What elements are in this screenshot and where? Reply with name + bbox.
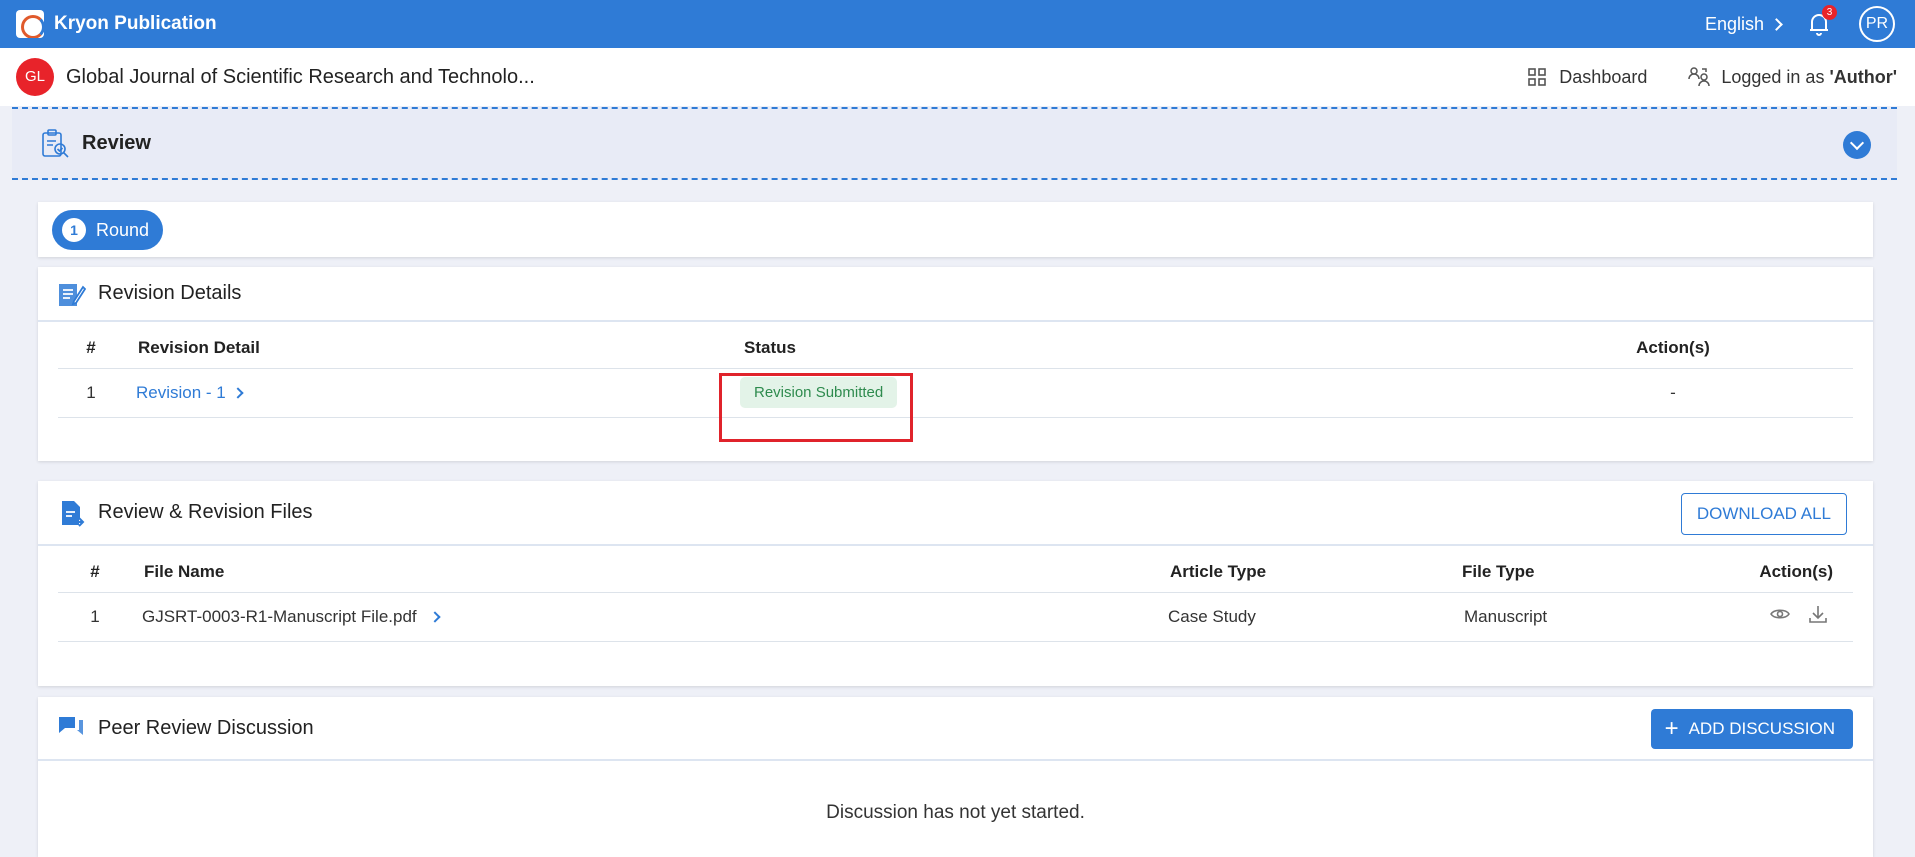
table-row: 1 Revision - 1 Revision Submitted - xyxy=(58,368,1853,418)
notifications-button[interactable]: 3 xyxy=(1807,5,1837,37)
column-header: Status xyxy=(730,324,1493,369)
column-header: # xyxy=(58,324,124,369)
add-discussion-label: ADD DISCUSSION xyxy=(1688,719,1835,738)
download-all-button[interactable]: DOWNLOAD ALL xyxy=(1680,493,1847,535)
row-index: 1 xyxy=(58,368,124,418)
column-header: Article Type xyxy=(1162,548,1452,593)
round-tab[interactable]: 1 Round xyxy=(52,210,164,250)
dashboard-grid-icon xyxy=(1528,68,1547,86)
user-avatar[interactable]: PR xyxy=(1859,6,1895,42)
review-section-header[interactable]: Review xyxy=(12,107,1897,180)
chat-bubbles-icon xyxy=(59,717,83,735)
brand-logo-icon xyxy=(16,10,44,38)
column-header: Action(s) xyxy=(1682,548,1853,593)
dashboard-label: Dashboard xyxy=(1559,66,1648,87)
revision-link[interactable]: Revision - 1 xyxy=(136,382,244,403)
column-header: File Type xyxy=(1452,548,1682,593)
chevron-right-icon xyxy=(232,386,244,399)
revision-table: # Revision Detail Status Action(s) 1 Rev… xyxy=(58,324,1853,418)
logged-in-prefix: Logged in as xyxy=(1721,66,1825,87)
journal-header: GL Global Journal of Scientific Research… xyxy=(0,48,1915,106)
revision-details-title: Revision Details xyxy=(98,282,242,304)
column-header: # xyxy=(58,548,132,593)
table-row: 1 GJSRT-0003-R1-Manuscript File.pdf Case… xyxy=(58,592,1853,642)
article-type: Case Study xyxy=(1162,592,1452,642)
round-number: 1 xyxy=(62,218,86,242)
file-name: GJSRT-0003-R1-Manuscript File.pdf xyxy=(142,606,417,626)
chevron-right-icon xyxy=(428,610,441,623)
brand[interactable]: Kryon Publication xyxy=(16,10,217,38)
add-discussion-button[interactable]: + ADD DISCUSSION xyxy=(1650,709,1853,749)
file-export-icon xyxy=(62,500,85,527)
peer-review-discussion-card: Peer Review Discussion + ADD DISCUSSION … xyxy=(38,697,1873,857)
journal-title: Global Journal of Scientific Research an… xyxy=(66,65,535,88)
empty-discussion-message: Discussion has not yet started. xyxy=(826,802,1085,823)
brand-name: Kryon Publication xyxy=(54,13,217,34)
review-files-title: Review & Revision Files xyxy=(98,501,313,523)
user-role: 'Author' xyxy=(1829,66,1897,87)
round-label: Round xyxy=(96,219,150,240)
users-swap-icon xyxy=(1688,67,1711,87)
status-highlight-box xyxy=(719,373,913,442)
review-title: Review xyxy=(82,132,151,154)
dashboard-link[interactable]: Dashboard xyxy=(1527,67,1647,88)
column-header: Action(s) xyxy=(1493,324,1853,369)
download-icon[interactable] xyxy=(1807,603,1829,625)
revision-details-header: Revision Details xyxy=(38,267,1873,322)
file-name-link[interactable]: GJSRT-0003-R1-Manuscript File.pdf xyxy=(142,606,441,627)
row-index: 1 xyxy=(58,592,132,642)
chevron-right-icon xyxy=(1770,17,1783,31)
collapse-button[interactable] xyxy=(1843,131,1871,159)
discussion-title: Peer Review Discussion xyxy=(98,716,314,739)
column-header: Revision Detail xyxy=(124,324,730,369)
notification-count-badge: 3 xyxy=(1822,5,1837,20)
column-header: File Name xyxy=(132,548,1162,593)
edit-document-icon xyxy=(59,283,86,306)
language-label: English xyxy=(1704,13,1764,34)
plus-icon: + xyxy=(1664,715,1679,742)
discussion-header: Peer Review Discussion + ADD DISCUSSION xyxy=(38,697,1873,761)
file-type: Manuscript xyxy=(1452,592,1682,642)
review-files-card: Review & Revision Files DOWNLOAD ALL # F… xyxy=(38,481,1873,686)
journal-badge: GL xyxy=(16,58,54,96)
round-card: 1 Round xyxy=(38,202,1873,257)
top-bar: Kryon Publication English 3 PR xyxy=(0,0,1915,48)
files-table: # File Name Article Type File Type Actio… xyxy=(58,548,1853,642)
logged-in-info: Logged in as 'Author' xyxy=(1687,66,1897,88)
language-selector[interactable]: English xyxy=(1704,13,1783,35)
review-clipboard-icon xyxy=(42,128,69,158)
revision-link-label: Revision - 1 xyxy=(136,382,226,402)
revision-details-card: Revision Details # Revision Detail Statu… xyxy=(38,267,1873,461)
review-files-header: Review & Revision Files DOWNLOAD ALL xyxy=(38,481,1873,546)
row-action: - xyxy=(1493,368,1853,418)
eye-icon[interactable] xyxy=(1769,603,1791,625)
